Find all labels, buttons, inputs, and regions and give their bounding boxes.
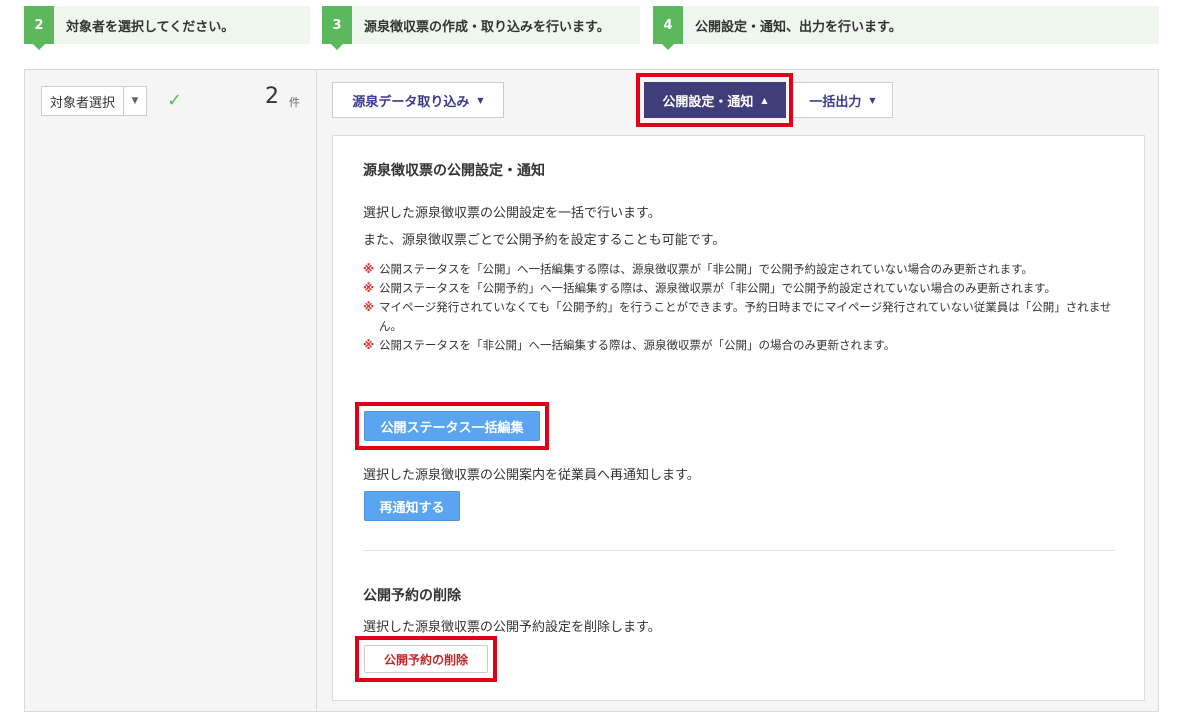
note-item: ※ 公開ステータスを「公開予約」へ一括編集する際は、源泉徴収票が「非公開」で公開… — [363, 279, 1113, 298]
caret-up-icon: ▲ — [761, 95, 768, 105]
note-text: マイページ発行されていなくても「公開予約」を行うことができます。予約日時までにマ… — [379, 300, 1112, 333]
public-button-label: 公開設定・通知 — [662, 94, 754, 110]
output-button-label: 一括出力 — [809, 94, 862, 110]
step-label: 公開設定・通知、出力を行います。 — [695, 19, 902, 35]
action-pane: 源泉データ取り込み ▼ 公開設定・通知 ▲ 一括出力 ▼ 源泉徴収票の公開設定・… — [317, 70, 1158, 711]
step-label: 源泉徴収票の作成・取り込みを行います。 — [364, 19, 610, 35]
target-select-dropdown[interactable]: 対象者選択 ▼ — [41, 86, 147, 116]
note-item: ※ マイページ発行されていなくても「公開予約」を行うことができます。予約日時まで… — [363, 298, 1113, 336]
import-source-data-button[interactable]: 源泉データ取り込み ▼ — [332, 82, 504, 118]
delete-description: 選択した源泉徴収票の公開予約設定を削除します。 — [363, 620, 661, 635]
bulk-output-button[interactable]: 一括出力 ▼ — [792, 82, 893, 118]
panel-description-2: また、源泉徴収票ごとで公開予約を設定することも可能です。 — [363, 233, 726, 248]
note-mark: ※ — [363, 338, 375, 352]
note-text: 公開ステータスを「非公開」へ一括編集する際は、源泉徴収票が「公開」の場合のみ更新… — [379, 338, 896, 352]
step-2: 2 対象者を選択してください。 — [24, 6, 310, 50]
public-settings-panel: 源泉徴収票の公開設定・通知 選択した源泉徴収票の公開設定を一括で行います。 また… — [332, 135, 1145, 701]
delete-section-title: 公開予約の削除 — [363, 588, 461, 604]
check-icon: ✓ — [167, 90, 183, 111]
caret-down-icon: ▼ — [477, 95, 484, 105]
note-mark: ※ — [363, 300, 375, 314]
step-number: 3 — [322, 6, 352, 50]
renotify-button[interactable]: 再通知する — [364, 491, 460, 521]
count-unit: 件 — [289, 96, 300, 109]
notes-list: ※ 公開ステータスを「公開」へ一括編集する際は、源泉徴収票が「非公開」で公開予約… — [363, 260, 1113, 355]
delete-reservation-button[interactable]: 公開予約の削除 — [364, 645, 488, 673]
section-divider — [363, 550, 1115, 551]
target-selection-pane: 対象者選択 ▼ ✓ 2 件 — [25, 70, 317, 711]
step-label: 対象者を選択してください。 — [66, 19, 235, 35]
step-3: 3 源泉徴収票の作成・取り込みを行います。 — [322, 6, 640, 50]
public-settings-notify-button[interactable]: 公開設定・通知 ▲ — [644, 82, 786, 118]
step-number: 2 — [24, 6, 54, 50]
bulk-status-edit-button[interactable]: 公開ステータス一括編集 — [364, 411, 540, 441]
note-item: ※ 公開ステータスを「公開」へ一括編集する際は、源泉徴収票が「非公開」で公開予約… — [363, 260, 1113, 279]
caret-down-icon: ▼ — [869, 95, 876, 105]
renotify-description: 選択した源泉徴収票の公開案内を従業員へ再通知します。 — [363, 468, 700, 483]
selected-count: 2 — [265, 84, 279, 109]
note-mark: ※ — [363, 262, 375, 276]
note-text: 公開ステータスを「公開予約」へ一括編集する際は、源泉徴収票が「非公開」で公開予約… — [379, 281, 1056, 295]
target-select-label: 対象者選択 — [50, 95, 116, 111]
import-button-label: 源泉データ取り込み — [352, 94, 470, 110]
panel-title: 源泉徴収票の公開設定・通知 — [363, 163, 545, 179]
step-number: 4 — [653, 6, 683, 50]
note-item: ※ 公開ステータスを「非公開」へ一括編集する際は、源泉徴収票が「公開」の場合のみ… — [363, 336, 1113, 355]
main-frame: 対象者選択 ▼ ✓ 2 件 源泉データ取り込み ▼ 公開設定・通知 ▲ 一括出力… — [24, 69, 1159, 712]
caret-down-icon[interactable]: ▼ — [123, 87, 146, 115]
step-4: 4 公開設定・通知、出力を行います。 — [653, 6, 1159, 50]
panel-description-1: 選択した源泉徴収票の公開設定を一括で行います。 — [363, 206, 661, 221]
note-text: 公開ステータスを「公開」へ一括編集する際は、源泉徴収票が「非公開」で公開予約設定… — [379, 262, 1033, 276]
note-mark: ※ — [363, 281, 375, 295]
